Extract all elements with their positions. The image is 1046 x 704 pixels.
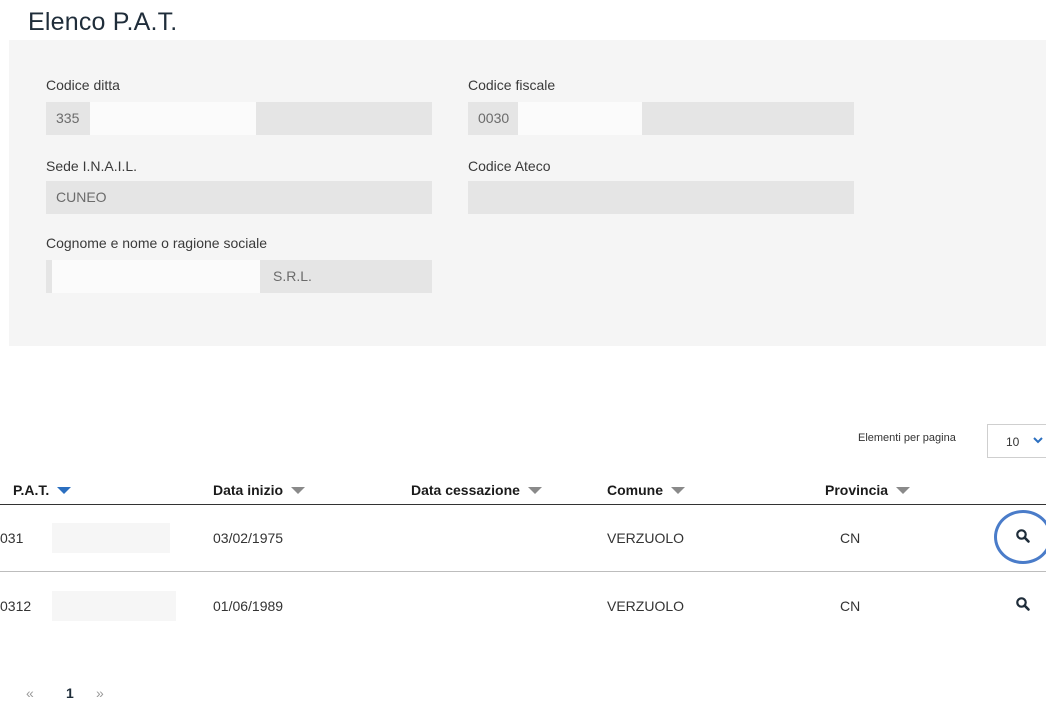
codice-fiscale-label: Codice fiscale bbox=[468, 77, 556, 93]
comune-cell: VERZUOLO bbox=[607, 598, 685, 614]
pat-value: 031 bbox=[0, 530, 24, 546]
column-header-data-cessazione[interactable]: Data cessazione bbox=[411, 482, 542, 498]
codice-ditta-label: Codice ditta bbox=[46, 77, 120, 93]
page-size-select[interactable]: 10 bbox=[987, 424, 1046, 458]
sort-icon bbox=[291, 486, 306, 494]
sort-desc-icon bbox=[57, 486, 72, 494]
page-title: Elenco P.A.T. bbox=[28, 8, 178, 36]
data-inizio-cell: 03/02/1975 bbox=[213, 530, 284, 546]
page-size-label: Elementi per pagina bbox=[858, 432, 956, 444]
redacted-block bbox=[90, 102, 256, 135]
row-divider bbox=[0, 571, 1046, 572]
column-header-label: Comune bbox=[607, 482, 663, 498]
codice-fiscale-field: 0030 bbox=[468, 102, 854, 135]
ragione-sociale-field: S.R.L. bbox=[46, 260, 432, 293]
sede-inail-label: Sede I.N.A.I.L. bbox=[46, 158, 138, 174]
highlight-circle bbox=[994, 510, 1046, 564]
ragione-sociale-value: S.R.L. bbox=[273, 268, 312, 284]
provincia-cell: CN bbox=[840, 598, 861, 614]
column-header-label: Provincia bbox=[825, 482, 889, 498]
pat-cell: 0312 bbox=[0, 591, 176, 621]
search-icon[interactable] bbox=[1015, 596, 1035, 616]
pat-value: 0312 bbox=[0, 598, 32, 614]
codice-ditta-field: 335 bbox=[46, 102, 432, 135]
table-header-divider bbox=[0, 504, 1046, 505]
provincia-cell: CN bbox=[840, 530, 861, 546]
pagination-next[interactable]: » bbox=[96, 685, 104, 701]
redacted-block bbox=[52, 591, 176, 621]
sort-icon bbox=[896, 486, 911, 494]
column-header-comune[interactable]: Comune bbox=[607, 482, 685, 498]
column-header-pat[interactable]: P.A.T. bbox=[13, 482, 72, 498]
pagination-prev[interactable]: « bbox=[26, 685, 34, 701]
codice-ditta-value: 335 bbox=[56, 110, 80, 126]
redacted-block bbox=[518, 102, 642, 135]
column-header-data-inizio[interactable]: Data inizio bbox=[213, 482, 306, 498]
codice-fiscale-value: 0030 bbox=[478, 110, 510, 126]
redacted-block bbox=[52, 523, 170, 553]
sede-inail-field: CUNEO bbox=[46, 181, 432, 214]
comune-cell: VERZUOLO bbox=[607, 530, 685, 546]
ragione-sociale-label: Cognome e nome o ragione sociale bbox=[46, 235, 268, 251]
page-size-value: 10 bbox=[1006, 435, 1020, 449]
data-inizio-cell: 01/06/1989 bbox=[213, 598, 284, 614]
column-header-label: Data cessazione bbox=[411, 482, 520, 498]
column-header-provincia[interactable]: Provincia bbox=[825, 482, 911, 498]
sort-icon bbox=[671, 486, 685, 494]
pagination-page-1[interactable]: 1 bbox=[66, 685, 74, 701]
chevron-down-icon bbox=[1032, 434, 1044, 449]
column-header-label: P.A.T. bbox=[13, 482, 50, 498]
pat-cell: 031 bbox=[0, 523, 170, 553]
column-header-label: Data inizio bbox=[213, 482, 284, 498]
redacted-block bbox=[52, 260, 260, 293]
codice-ateco-label: Codice Ateco bbox=[468, 158, 551, 174]
codice-ateco-field bbox=[468, 181, 854, 214]
sede-inail-value: CUNEO bbox=[56, 189, 107, 205]
sort-icon bbox=[527, 486, 542, 494]
